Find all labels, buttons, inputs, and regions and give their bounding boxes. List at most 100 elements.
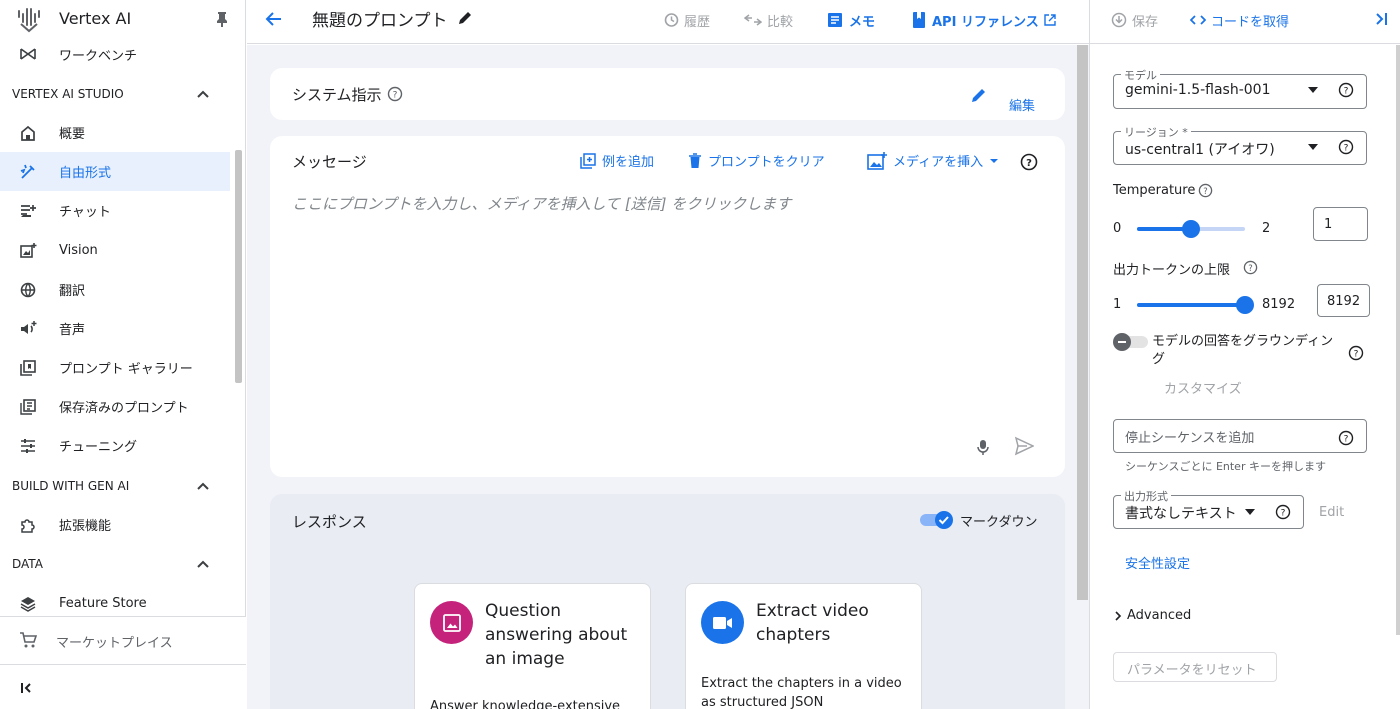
section-data[interactable]: DATA <box>12 553 222 575</box>
markdown-toggle[interactable] <box>919 510 957 530</box>
section-vertex-ai-studio[interactable]: VERTEX AI STUDIO <box>12 83 222 105</box>
customize-link[interactable]: カスタマイズ <box>1164 378 1242 397</box>
notes-icon <box>826 11 844 29</box>
add-example-label: 例を追加 <box>602 155 655 170</box>
stop-sequence-hint: シーケンスごとに Enter キーを押します <box>1125 460 1326 473</box>
help-icon[interactable]: ? <box>1348 345 1364 361</box>
compare-button[interactable]: 比較 <box>744 10 793 30</box>
insert-media-label: メディアを挿入 <box>893 155 984 170</box>
add-example-button[interactable]: 例を追加 <box>580 151 654 170</box>
book-icon <box>911 11 927 29</box>
home-icon <box>19 124 37 142</box>
vision-icon <box>19 242 37 260</box>
safety-settings-link[interactable]: 安全性設定 <box>1125 553 1190 572</box>
system-instructions-label: システム指示 <box>292 86 382 104</box>
suggestion-card[interactable]: Extract video chapters Extract the chapt… <box>685 583 922 709</box>
reset-parameters-button[interactable]: パラメータをリセット <box>1113 652 1277 682</box>
svg-text:?: ? <box>1354 350 1359 360</box>
history-label: 履歴 <box>684 14 711 30</box>
collapse-panel-icon[interactable] <box>1373 11 1389 27</box>
back-arrow-icon[interactable] <box>264 9 284 29</box>
output-format-value: 書式なしテキスト <box>1125 506 1237 522</box>
help-icon[interactable]: ? <box>1275 504 1291 520</box>
section-build-with-gen-ai[interactable]: BUILD WITH GEN AI <box>12 475 222 497</box>
insert-media-button[interactable]: メディアを挿入 <box>867 151 999 170</box>
gallery-icon <box>19 359 37 377</box>
svg-text:?: ? <box>1344 87 1349 97</box>
api-reference-button[interactable]: API リファレンス <box>911 10 1056 30</box>
help-icon[interactable]: ? <box>1338 82 1354 98</box>
chevron-right-icon <box>1113 610 1123 622</box>
send-icon[interactable] <box>1014 436 1034 456</box>
sidebar-scrollbar[interactable] <box>235 150 242 383</box>
chat-icon <box>19 202 37 220</box>
help-icon[interactable]: ? <box>1338 430 1354 446</box>
svg-text:?: ? <box>1026 158 1032 169</box>
api-reference-label: API リファレンス <box>932 14 1039 30</box>
section-label: BUILD WITH GEN AI <box>12 479 130 493</box>
help-icon[interactable]: ? <box>1198 183 1213 198</box>
stop-sequence-placeholder: 停止シーケンスを追加 <box>1125 431 1255 446</box>
edit-pencil-icon[interactable] <box>970 86 988 104</box>
microphone-icon[interactable] <box>976 438 990 456</box>
help-icon[interactable]: ? <box>1020 153 1038 171</box>
suggestion-description: Answer knowledge-extensive <box>430 699 621 709</box>
temperature-input[interactable]: 1 <box>1313 207 1368 241</box>
help-icon[interactable]: ? <box>1338 139 1354 155</box>
dropdown-arrow-icon <box>989 156 999 166</box>
max-tokens-slider-handle[interactable] <box>1236 296 1254 314</box>
image-icon <box>430 601 473 644</box>
grounding-toggle[interactable] <box>1112 332 1150 352</box>
vertex-ai-logo[interactable] <box>17 7 41 33</box>
sidebar-item-chat[interactable]: チャット <box>0 191 230 230</box>
help-icon[interactable]: ? <box>1243 260 1258 275</box>
help-icon[interactable]: ? <box>387 86 403 102</box>
edit-pencil-icon[interactable] <box>457 10 473 26</box>
advanced-expander[interactable]: Advanced <box>1113 608 1191 623</box>
dropdown-arrow-icon <box>1307 143 1319 151</box>
dropdown-arrow-icon <box>1244 508 1256 516</box>
get-code-button[interactable]: コードを取得 <box>1190 10 1289 30</box>
memo-button[interactable]: メモ <box>826 10 875 30</box>
svg-text:?: ? <box>1344 144 1349 154</box>
pin-icon[interactable] <box>214 10 230 28</box>
main-scrollbar[interactable] <box>1077 45 1088 600</box>
advanced-label: Advanced <box>1127 608 1192 623</box>
output-format-edit[interactable]: Edit <box>1319 505 1344 520</box>
sidebar-item-label: 保存済みのプロンプト <box>59 401 189 416</box>
suggestion-card[interactable]: Question answering about an image Answer… <box>414 583 651 709</box>
sidebar-item-label: 拡張機能 <box>59 519 112 534</box>
svg-text:?: ? <box>393 91 398 101</box>
clear-prompt-button[interactable]: プロンプトをクリア <box>688 151 825 170</box>
save-button[interactable]: 保存 <box>1111 10 1158 30</box>
sidebar-item-workbench[interactable]: ワークベンチ <box>0 35 230 73</box>
max-tokens-input[interactable]: 8192 <box>1317 284 1370 317</box>
panel-scrollbar[interactable] <box>1396 45 1400 635</box>
sidebar-item-marketplace[interactable]: マーケットプレイス <box>0 620 246 660</box>
prompt-title[interactable]: 無題のプロンプト <box>312 6 448 31</box>
region-value: us-central1 (アイオワ) <box>1125 142 1275 158</box>
sidebar-item-vision[interactable]: Vision <box>0 231 230 270</box>
sidebar-item-speech[interactable]: 音声 <box>0 309 230 348</box>
sidebar-item-prompt-gallery[interactable]: プロンプト ギャラリー <box>0 348 230 387</box>
model-value: gemini-1.5-flash-001 <box>1125 82 1271 98</box>
max-tokens-slider-fill <box>1137 303 1245 307</box>
app-title: Vertex AI <box>59 9 132 28</box>
temperature-slider-handle[interactable] <box>1182 220 1200 238</box>
sidebar-item-label: Vision <box>59 243 98 258</box>
sidebar-item-extensions[interactable]: 拡張機能 <box>0 505 230 544</box>
collapse-sidebar-icon[interactable] <box>19 680 35 696</box>
video-icon <box>701 601 744 644</box>
history-button[interactable]: 履歴 <box>663 10 710 30</box>
system-instructions-edit-link[interactable]: 編集 <box>1009 95 1035 114</box>
sidebar-item-translate[interactable]: 翻訳 <box>0 270 230 309</box>
get-code-label: コードを取得 <box>1211 14 1290 30</box>
sidebar-item-saved-prompts[interactable]: 保存済みのプロンプト <box>0 387 230 426</box>
sidebar-item-label: マーケットプレイス <box>56 636 173 651</box>
prompt-input[interactable]: ここにプロンプトを入力し、メディアを挿入して [送信] をクリックします <box>292 193 791 214</box>
extensions-icon <box>19 516 37 534</box>
sidebar-item-overview[interactable]: 概要 <box>0 113 230 152</box>
sidebar-item-freeform[interactable]: 自由形式 <box>0 152 230 191</box>
sidebar-item-tuning[interactable]: チューニング <box>0 426 230 465</box>
tuning-icon <box>19 437 37 455</box>
